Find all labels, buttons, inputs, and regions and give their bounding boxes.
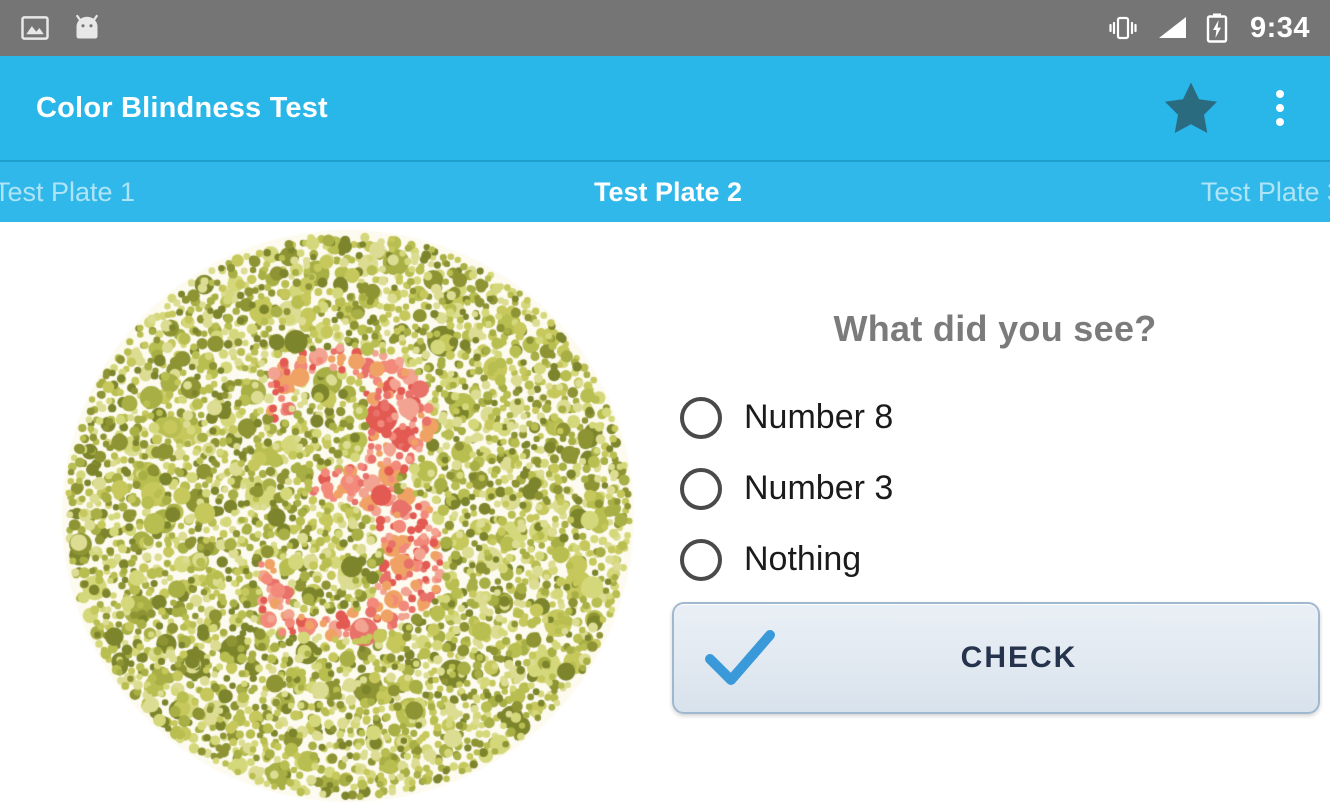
radio-number-8[interactable] xyxy=(680,396,722,439)
status-bar-left-icons xyxy=(20,13,102,43)
option-label: Nothing xyxy=(744,540,862,578)
app-bar-actions xyxy=(1160,78,1308,138)
option-nothing[interactable]: Nothing xyxy=(680,524,893,595)
check-button-label: CHECK xyxy=(960,641,1078,674)
status-bar: 9:34 xyxy=(0,0,1330,56)
battery-charging-icon xyxy=(1206,13,1228,43)
option-number-3[interactable]: Number 3 xyxy=(680,453,893,524)
plate-pane xyxy=(0,222,660,802)
checkmark-icon xyxy=(705,630,775,685)
tab-bar: Test Plate 1 Test Plate 2 Test Plate 3 xyxy=(0,160,1330,222)
option-label: Number 8 xyxy=(744,398,894,436)
app-bar: Color Blindness Test xyxy=(0,56,1330,160)
tab-test-plate-2[interactable]: Test Plate 2 xyxy=(443,177,892,208)
ishihara-plate-image xyxy=(62,230,634,802)
answer-options: Number 8 Number 3 Nothing xyxy=(680,382,893,595)
question-pane: What did you see? Number 8 Number 3 Noth… xyxy=(660,222,1330,800)
favorite-star-icon[interactable] xyxy=(1160,78,1222,138)
tab-test-plate-1[interactable]: Test Plate 1 xyxy=(0,177,443,208)
main-content: What did you see? Number 8 Number 3 Noth… xyxy=(0,222,1330,802)
status-bar-right-icons: 9:34 xyxy=(1106,12,1310,45)
image-icon xyxy=(21,16,49,40)
page-title: Color Blindness Test xyxy=(36,91,328,124)
check-button[interactable]: CHECK xyxy=(672,602,1320,714)
question-heading: What did you see? xyxy=(833,308,1157,349)
tab-test-plate-3[interactable]: Test Plate 3 xyxy=(893,177,1330,208)
signal-icon xyxy=(1158,17,1186,38)
option-number-8[interactable]: Number 8 xyxy=(680,382,893,453)
radio-number-3[interactable] xyxy=(680,467,722,510)
android-head-icon xyxy=(76,14,98,39)
overflow-menu-icon[interactable] xyxy=(1266,84,1294,132)
radio-nothing[interactable] xyxy=(680,538,722,581)
option-label: Number 3 xyxy=(744,469,894,507)
vibrate-icon xyxy=(1109,16,1137,40)
status-bar-clock: 9:34 xyxy=(1249,11,1310,44)
